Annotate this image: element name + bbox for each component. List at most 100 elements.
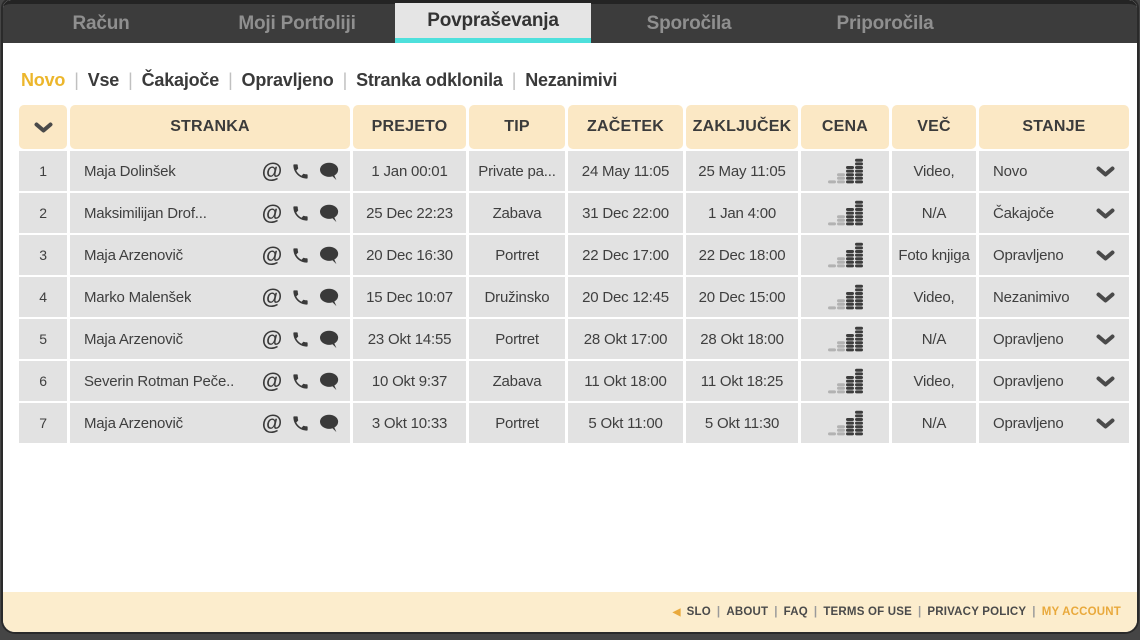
footer-bar: ◀ SLO | ABOUT | FAQ | TERMS OF USE | PRIVACY POL… <box>3 592 1137 632</box>
filter-novo[interactable]: Novo <box>21 70 65 91</box>
footer-link-faq[interactable]: FAQ <box>784 606 808 618</box>
end-cell: 28 Okt 18:00 <box>686 319 798 359</box>
start-cell: 24 May 11:05 <box>568 151 683 191</box>
tab-sporocila[interactable]: Sporočila <box>591 4 787 43</box>
chat-bubble-icon[interactable] <box>319 330 340 349</box>
column-header-začetek[interactable]: ZAČETEK <box>568 105 683 149</box>
status-cell[interactable]: Opravljeno <box>979 319 1129 359</box>
column-header-cena[interactable]: CENA <box>801 105 889 149</box>
email-at-icon[interactable]: @ <box>262 203 282 224</box>
chat-bubble-icon[interactable] <box>319 204 340 223</box>
email-at-icon[interactable]: @ <box>262 329 282 350</box>
phone-icon[interactable] <box>291 330 310 349</box>
client-cell[interactable]: Marko Malenšek @ <box>70 277 350 317</box>
chat-bubble-icon[interactable] <box>319 288 340 307</box>
inquiries-table: STRANKA PREJETO TIP ZAČETEK ZAKLJUČEK CENA VEČ… <box>19 105 1129 443</box>
type-cell: Portret <box>469 235 565 275</box>
column-header-prejeto[interactable]: PREJETO <box>353 105 466 149</box>
footer-link-my-account[interactable]: MY ACCOUNT <box>1042 606 1121 618</box>
status-cell[interactable]: Opravljeno <box>979 235 1129 275</box>
filter-vse[interactable]: Vse <box>88 70 120 91</box>
footer-separator: | <box>813 606 818 618</box>
status-dropdown-chevron-icon[interactable] <box>1096 208 1115 219</box>
status-dropdown-chevron-icon[interactable] <box>1096 334 1115 345</box>
filter-nezanimivi[interactable]: Nezanimivi <box>525 70 617 91</box>
email-at-icon[interactable]: @ <box>262 245 282 266</box>
tab-povprasevanja[interactable]: Povpraševanja <box>395 3 591 43</box>
phone-icon[interactable] <box>291 372 310 391</box>
received-cell: 25 Dec 22:23 <box>353 193 466 233</box>
tab-racun[interactable]: Račun <box>3 4 199 43</box>
type-cell: Zabava <box>469 193 565 233</box>
phone-icon[interactable] <box>291 204 310 223</box>
client-cell[interactable]: Maja Arzenovič @ <box>70 319 350 359</box>
price-cell <box>801 361 889 401</box>
column-header-tip[interactable]: TIP <box>469 105 565 149</box>
price-cell <box>801 151 889 191</box>
chevron-down-icon[interactable] <box>34 122 53 133</box>
received-cell: 1 Jan 00:01 <box>353 151 466 191</box>
start-cell: 28 Okt 17:00 <box>568 319 683 359</box>
chat-bubble-icon[interactable] <box>319 162 340 181</box>
end-cell: 25 May 11:05 <box>686 151 798 191</box>
column-header-več[interactable]: VEČ <box>892 105 976 149</box>
status-cell[interactable]: Opravljeno <box>979 403 1129 443</box>
main-content: Novo | Vse | Čakajoče | Opravljeno | Stranka odk… <box>3 43 1137 592</box>
status-cell[interactable]: Novo <box>979 151 1129 191</box>
client-cell[interactable]: Severin Rotman Peče.. @ <box>70 361 350 401</box>
client-name: Marko Malenšek <box>84 288 192 306</box>
email-at-icon[interactable]: @ <box>262 413 282 434</box>
end-cell: 11 Okt 18:25 <box>686 361 798 401</box>
more-cell: Foto knjiga <box>892 235 976 275</box>
chat-bubble-icon[interactable] <box>319 414 340 433</box>
end-cell: 20 Dec 15:00 <box>686 277 798 317</box>
back-arrow-icon[interactable]: ◀ <box>673 607 681 618</box>
email-at-icon[interactable]: @ <box>262 161 282 182</box>
select-all-dropdown[interactable] <box>19 105 67 149</box>
status-dropdown-chevron-icon[interactable] <box>1096 418 1115 429</box>
filter-opravljeno[interactable]: Opravljeno <box>242 70 334 91</box>
phone-icon[interactable] <box>291 288 310 307</box>
status-cell[interactable]: Nezanimivo <box>979 277 1129 317</box>
column-header-stranka[interactable]: STRANKA <box>70 105 350 149</box>
footer-link-privacy-policy[interactable]: PRIVACY POLICY <box>927 606 1026 618</box>
footer-link-slo[interactable]: SLO <box>687 606 711 618</box>
status-cell[interactable]: Čakajoče <box>979 193 1129 233</box>
type-cell: Družinsko <box>469 277 565 317</box>
filter-separator: | <box>228 70 233 90</box>
status-dropdown-chevron-icon[interactable] <box>1096 376 1115 387</box>
tab-priporocila[interactable]: Priporočila <box>787 4 983 43</box>
tab-moji-portfoliji[interactable]: Moji Portfoliji <box>199 4 395 43</box>
footer-separator: | <box>917 606 922 618</box>
column-header-stanje[interactable]: STANJE <box>979 105 1129 149</box>
column-header-zaključek[interactable]: ZAKLJUČEK <box>686 105 798 149</box>
client-cell[interactable]: Maja Arzenovič @ <box>70 403 350 443</box>
client-cell[interactable]: Maksimilijan Drof... @ <box>70 193 350 233</box>
status-dropdown-chevron-icon[interactable] <box>1096 250 1115 261</box>
phone-icon[interactable] <box>291 162 310 181</box>
phone-icon[interactable] <box>291 414 310 433</box>
footer-link-terms-of-use[interactable]: TERMS OF USE <box>823 606 912 618</box>
chat-bubble-icon[interactable] <box>319 372 340 391</box>
email-at-icon[interactable]: @ <box>262 371 282 392</box>
type-cell: Portret <box>469 319 565 359</box>
filter-stranka-odklonila[interactable]: Stranka odklonila <box>356 70 503 91</box>
status-dropdown-chevron-icon[interactable] <box>1096 166 1115 177</box>
status-cell[interactable]: Opravljeno <box>979 361 1129 401</box>
end-cell: 22 Dec 18:00 <box>686 235 798 275</box>
row-number: 5 <box>19 319 67 359</box>
client-cell[interactable]: Maja Arzenovič @ <box>70 235 350 275</box>
chat-bubble-icon[interactable] <box>319 246 340 265</box>
client-name: Severin Rotman Peče.. <box>84 372 235 390</box>
phone-icon[interactable] <box>291 246 310 265</box>
more-cell: N/A <box>892 319 976 359</box>
contact-icons: @ <box>262 203 340 224</box>
filter-čakajoče[interactable]: Čakajoče <box>142 70 220 91</box>
footer-link-about[interactable]: ABOUT <box>726 606 768 618</box>
client-name: Maja Arzenovič <box>84 246 183 264</box>
client-name: Maja Arzenovič <box>84 414 183 432</box>
status-dropdown-chevron-icon[interactable] <box>1096 292 1115 303</box>
client-cell[interactable]: Maja Dolinšek @ <box>70 151 350 191</box>
email-at-icon[interactable]: @ <box>262 287 282 308</box>
end-cell: 1 Jan 4:00 <box>686 193 798 233</box>
